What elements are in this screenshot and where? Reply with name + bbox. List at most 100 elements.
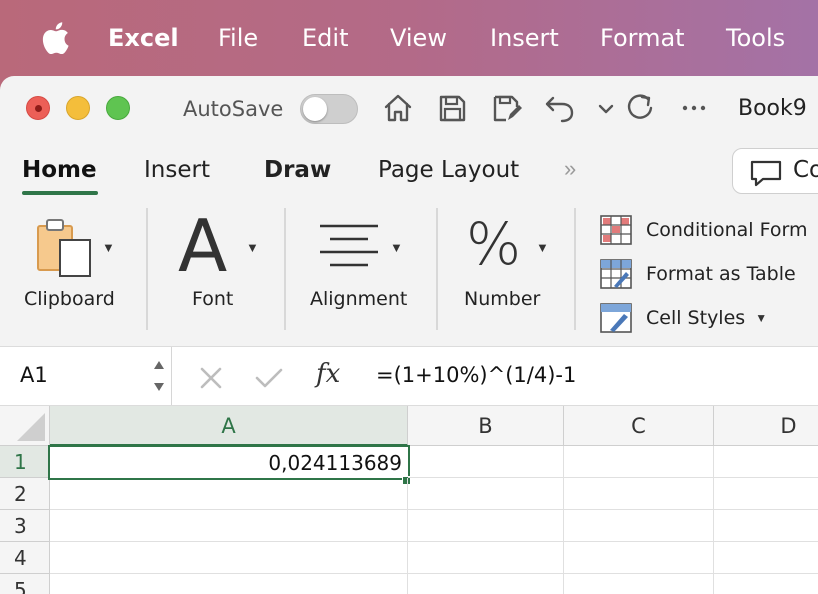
column-header-d[interactable]: D: [714, 406, 818, 446]
ribbon-divider: [284, 208, 286, 330]
number-label: Number: [464, 288, 541, 310]
close-window-button[interactable]: [26, 96, 50, 120]
zoom-window-button[interactable]: [106, 96, 130, 120]
comments-button[interactable]: Co: [732, 148, 818, 194]
redo-icon[interactable]: [622, 90, 658, 126]
menu-edit[interactable]: Edit: [302, 22, 348, 54]
font-label: Font: [192, 288, 234, 310]
tab-draw[interactable]: Draw: [264, 156, 331, 184]
percent-icon: %: [466, 210, 522, 278]
cell-a2[interactable]: [50, 478, 408, 510]
toggle-knob: [303, 97, 327, 121]
autosave-toggle[interactable]: [300, 94, 358, 124]
minimize-window-button[interactable]: [66, 96, 90, 120]
more-options-icon[interactable]: [676, 90, 712, 126]
menu-view[interactable]: View: [390, 22, 447, 54]
tab-page-layout[interactable]: Page Layout: [378, 156, 519, 184]
formula-input[interactable]: =(1+10%)^(1/4)-1: [376, 363, 576, 387]
font-dropdown-icon[interactable]: ▼: [246, 240, 259, 255]
column-header-b[interactable]: B: [408, 406, 564, 446]
menu-format[interactable]: Format: [600, 22, 685, 54]
apple-icon[interactable]: [40, 22, 70, 54]
comments-label: Co: [793, 157, 818, 183]
clipboard-dropdown-icon[interactable]: ▼: [102, 240, 115, 255]
clipboard-label: Clipboard: [24, 288, 115, 310]
align-center-icon: [320, 224, 378, 267]
font-glyph-icon: A: [178, 204, 228, 288]
format-as-table-icon: [600, 259, 632, 289]
alignment-dropdown-icon[interactable]: ▼: [390, 240, 403, 255]
cell-b3[interactable]: [408, 510, 564, 542]
cell-d4[interactable]: [714, 542, 818, 574]
menu-bar: Excel File Edit View Insert Format Tools: [0, 0, 818, 76]
clipboard-icon: [37, 219, 91, 277]
menu-tools[interactable]: Tools: [726, 22, 785, 54]
cell-styles-label: Cell Styles: [646, 307, 746, 329]
cell-c3[interactable]: [564, 510, 714, 542]
ribbon-divider: [146, 208, 148, 330]
formula-bar: A1 fx =(1+10%)^(1/4)-1: [0, 346, 818, 406]
insert-function-icon[interactable]: fx: [316, 359, 340, 389]
undo-dropdown-chevron-icon[interactable]: [588, 90, 624, 126]
cell-c2[interactable]: [564, 478, 714, 510]
spreadsheet-grid: A B C D 1 2 3 4 5 0,024113689: [0, 406, 818, 594]
conditional-formatting-label: Conditional Form: [646, 219, 808, 241]
comment-icon: [750, 160, 782, 187]
cell-b4[interactable]: [408, 542, 564, 574]
name-box-value: A1: [20, 363, 48, 387]
cell-d5[interactable]: [714, 574, 818, 594]
tab-home[interactable]: Home: [22, 156, 97, 184]
cell-a4[interactable]: [50, 542, 408, 574]
row-header-5[interactable]: 5: [0, 574, 50, 594]
save-as-icon[interactable]: [488, 90, 524, 126]
cancel-entry-icon[interactable]: [198, 365, 224, 391]
cell-styles-button[interactable]: Cell Styles ▼: [600, 302, 767, 334]
menu-app-name[interactable]: Excel: [108, 22, 179, 54]
select-all-button[interactable]: [0, 406, 50, 446]
row-header-1[interactable]: 1: [0, 446, 50, 478]
row-header-3[interactable]: 3: [0, 510, 50, 542]
cell-b2[interactable]: [408, 478, 564, 510]
cell-a1[interactable]: 0,024113689: [48, 445, 410, 480]
name-box[interactable]: A1: [0, 347, 172, 405]
column-header-c[interactable]: C: [564, 406, 714, 446]
format-as-table-label: Format as Table: [646, 263, 796, 285]
alignment-label: Alignment: [310, 288, 408, 310]
more-tabs-chevron-icon[interactable]: »: [564, 156, 576, 182]
cell-c1[interactable]: [564, 446, 714, 478]
cell-styles-dropdown-icon[interactable]: ▼: [755, 311, 767, 325]
ribbon-divider: [574, 208, 576, 330]
row-header-4[interactable]: 4: [0, 542, 50, 574]
cell-b1[interactable]: [408, 446, 564, 478]
cell-d1[interactable]: [714, 446, 818, 478]
cell-b5[interactable]: [408, 574, 564, 594]
autosave-label: AutoSave: [183, 97, 284, 121]
cell-d2[interactable]: [714, 478, 818, 510]
menu-insert[interactable]: Insert: [490, 22, 559, 54]
excel-window: AutoSave Book9 Home Insert Draw Page Lay…: [0, 76, 818, 594]
menu-file[interactable]: File: [218, 22, 258, 54]
conditional-formatting-icon: [600, 215, 632, 245]
row-header-2[interactable]: 2: [0, 478, 50, 510]
cell-a3[interactable]: [50, 510, 408, 542]
title-bar: AutoSave Book9: [0, 76, 818, 140]
format-as-table-button[interactable]: Format as Table: [600, 258, 796, 290]
number-dropdown-icon[interactable]: ▼: [536, 240, 549, 255]
column-header-a[interactable]: A: [50, 406, 408, 446]
conditional-formatting-button[interactable]: Conditional Form: [600, 214, 808, 246]
ribbon-divider: [436, 208, 438, 330]
cell-c4[interactable]: [564, 542, 714, 574]
document-title: Book9: [738, 96, 807, 121]
ribbon-home: ▼ Clipboard A ▼ Font ▼ Alignment % ▼ Num…: [0, 200, 818, 346]
cell-styles-icon: [600, 303, 632, 333]
active-tab-indicator: [22, 191, 98, 195]
tab-insert[interactable]: Insert: [144, 156, 210, 184]
cell-a5[interactable]: [50, 574, 408, 594]
confirm-entry-icon[interactable]: [254, 365, 284, 391]
cell-d3[interactable]: [714, 510, 818, 542]
save-icon[interactable]: [434, 90, 470, 126]
cell-c5[interactable]: [564, 574, 714, 594]
name-box-stepper-icon[interactable]: [152, 355, 166, 397]
undo-icon[interactable]: [542, 90, 578, 126]
home-icon[interactable]: [380, 90, 416, 126]
